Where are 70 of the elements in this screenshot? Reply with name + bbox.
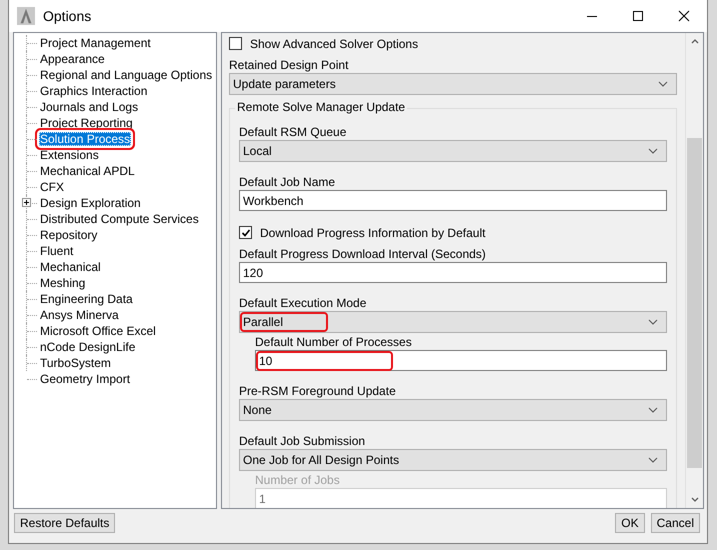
cancel-button[interactable]: Cancel	[650, 513, 700, 533]
scrollbar[interactable]	[685, 33, 703, 508]
group-title: Remote Solve Manager Update	[235, 100, 408, 114]
input-field[interactable]: 120	[239, 262, 667, 283]
input-field[interactable]: 10	[255, 350, 667, 371]
tree-item[interactable]: Journals and Logs	[39, 100, 140, 114]
scroll-down-icon[interactable]	[690, 497, 698, 502]
tree-item[interactable]: Regional and Language Options	[39, 68, 214, 82]
tree-item[interactable]: Solution Process	[39, 132, 132, 146]
dropdown[interactable]: One Job for All Design Points	[239, 449, 667, 471]
tree-item[interactable]: Distributed Compute Services	[39, 212, 200, 226]
ok-button[interactable]: OK	[615, 513, 645, 533]
tree-item[interactable]: Mechanical APDL	[39, 164, 136, 178]
dropdown[interactable]: Local	[239, 140, 667, 162]
close-icon	[678, 10, 690, 22]
field-label: Retained Design Point	[229, 58, 350, 73]
tree-item[interactable]: Microsoft Office Excel	[39, 324, 157, 338]
tree-item[interactable]: Ansys Minerva	[39, 308, 120, 322]
dropdown-value: One Job for All Design Points	[243, 453, 400, 467]
chevron-down-icon	[648, 407, 658, 413]
dropdown[interactable]: Update parameters	[229, 73, 677, 95]
app-logo-icon	[17, 7, 35, 25]
checkbox-label: Show Advanced Solver Options	[250, 36, 418, 50]
checkbox-label: Download Progress Information by Default	[260, 226, 486, 240]
dropdown[interactable]: None	[239, 399, 667, 421]
dropdown-value: Parallel	[243, 315, 326, 329]
field-label: Number of Jobs	[255, 473, 341, 488]
dropdown-value: None	[243, 403, 272, 417]
scroll-up-icon[interactable]	[690, 39, 698, 44]
tree-item[interactable]: Project Management	[39, 36, 152, 50]
field-label: Default Job Name	[239, 175, 336, 190]
input-value: Workbench	[243, 194, 304, 208]
tree-item[interactable]: Appearance	[39, 52, 106, 66]
maximize-icon	[632, 10, 644, 22]
field-label: Default Progress Download Interval (Seconds)	[239, 247, 487, 262]
tree-item[interactable]: TurboSystem	[39, 356, 112, 370]
tree-item[interactable]: Graphics Interaction	[39, 84, 148, 98]
input-field[interactable]: Workbench	[239, 190, 667, 211]
field-label: Default Number of Processes	[255, 335, 413, 350]
scrollbar-thumb[interactable]	[687, 138, 702, 468]
tree-item[interactable]: Engineering Data	[39, 292, 134, 306]
tree-item[interactable]: Project Reporting	[39, 116, 134, 130]
field-label: Default Job Submission	[239, 434, 366, 449]
tree-item[interactable]: CFX	[39, 180, 65, 194]
field-label: Default RSM Queue	[239, 125, 348, 140]
tree-item[interactable]: Meshing	[39, 276, 86, 290]
input-value: 120	[243, 266, 264, 280]
chevron-down-icon	[648, 319, 658, 325]
field-label: Pre-RSM Foreground Update	[239, 384, 397, 399]
checkbox[interactable]	[239, 226, 252, 239]
input-value: 10	[259, 354, 390, 368]
field-label: Default Execution Mode	[239, 296, 368, 311]
chevron-down-icon	[648, 148, 658, 154]
chevron-down-icon	[648, 457, 658, 463]
tree-item[interactable]: Repository	[39, 228, 98, 242]
dropdown[interactable]: Parallel	[239, 311, 667, 333]
expand-icon[interactable]	[22, 198, 31, 207]
checkbox[interactable]	[229, 37, 242, 50]
chevron-down-icon	[658, 81, 668, 87]
dropdown-value: Local	[243, 144, 272, 158]
tree-item[interactable]: nCode DesignLife	[39, 340, 136, 354]
tree-item[interactable]: Design Exploration	[39, 196, 142, 210]
restore-defaults-button[interactable]: Restore Defaults	[14, 513, 116, 533]
tree-item[interactable]: Extensions	[39, 148, 100, 162]
dropdown-value: Update parameters	[233, 77, 336, 91]
tree-item[interactable]: Geometry Import	[39, 372, 132, 386]
tree-item[interactable]: Fluent	[39, 244, 74, 258]
input-value: 1	[259, 492, 266, 506]
tree-item[interactable]: Mechanical	[39, 260, 102, 274]
window-title: Options	[43, 8, 92, 24]
